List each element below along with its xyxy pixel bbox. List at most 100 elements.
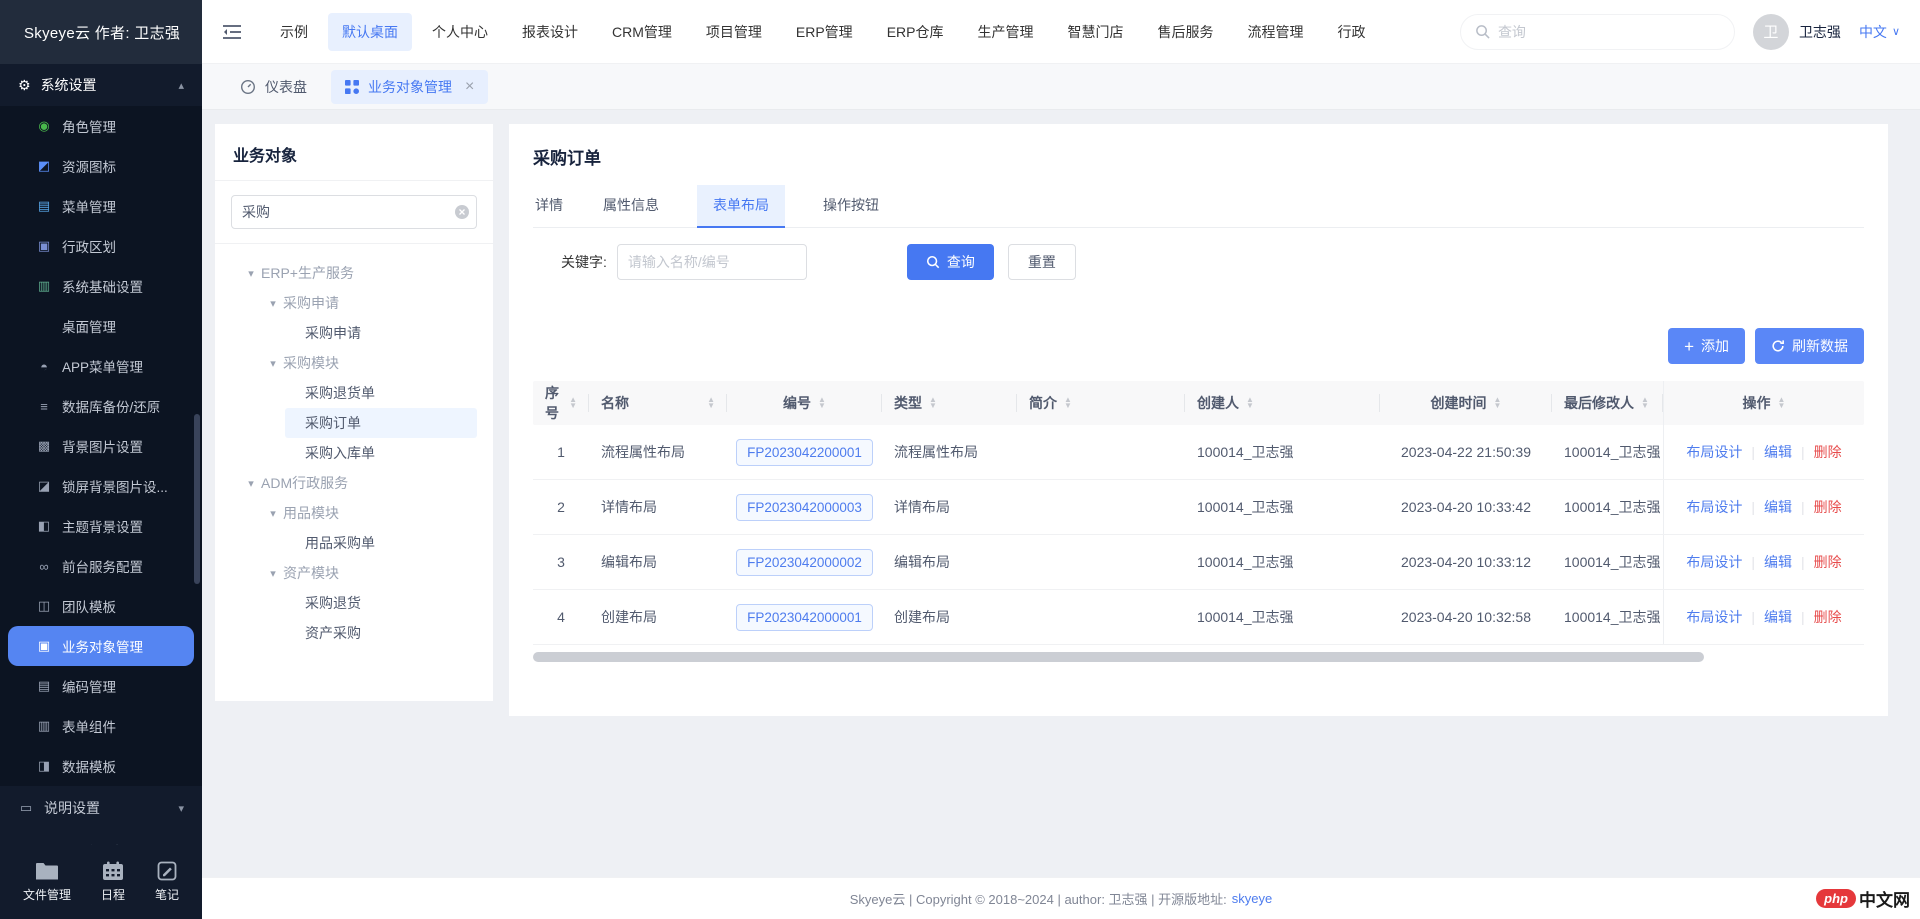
sidebar-item[interactable]: ◉ 角色管理 <box>0 106 202 146</box>
edit-link[interactable]: 编辑 <box>1764 442 1792 462</box>
sidebar-section-system-settings[interactable]: ⚙ 系统设置 ▴ <box>0 64 202 106</box>
nav-item[interactable]: 报表设计 <box>508 13 592 51</box>
table-column-header[interactable]: 类型 ▲▼ <box>882 381 1017 425</box>
search-button[interactable]: 查询 <box>907 244 994 280</box>
caret-down-icon[interactable]: ▾ <box>241 477 261 490</box>
nav-item[interactable]: ERP仓库 <box>873 13 958 51</box>
sort-icon[interactable]: ▲▼ <box>707 397 715 409</box>
workspace-tab[interactable]: 仪表盘 × <box>226 70 321 104</box>
nav-item[interactable]: 生产管理 <box>963 13 1047 51</box>
tree-node[interactable]: ▾ ERP+生产服务 <box>241 258 477 288</box>
sort-icon[interactable]: ▲▼ <box>1064 397 1072 409</box>
user-menu[interactable]: 卫 卫志强 <box>1753 14 1841 50</box>
dock-item-file-manager[interactable]: 文件管理 <box>23 862 71 903</box>
edit-link[interactable]: 编辑 <box>1764 607 1792 627</box>
layout-design-link[interactable]: 布局设计 <box>1686 552 1742 572</box>
tree-node[interactable]: ▾ 资产采购 <box>285 618 477 648</box>
delete-link[interactable]: 删除 <box>1814 607 1842 627</box>
table-column-header[interactable]: 创建时间 ▲▼ <box>1380 381 1552 425</box>
refresh-button[interactable]: 刷新数据 <box>1755 328 1864 364</box>
edit-link[interactable]: 编辑 <box>1764 497 1792 517</box>
sidebar-item[interactable]: ▤ 菜单管理 <box>0 186 202 226</box>
table-column-header[interactable]: 序号 ▲▼ <box>533 381 589 425</box>
sort-icon[interactable]: ▲▼ <box>1641 397 1649 409</box>
code-badge[interactable]: FP2023042000003 <box>736 494 873 521</box>
sort-icon[interactable]: ▲▼ <box>1494 397 1502 409</box>
close-icon[interactable]: × <box>465 79 474 95</box>
reset-button[interactable]: 重置 <box>1008 244 1076 280</box>
tree-node[interactable]: ▾ 采购申请 <box>263 288 477 318</box>
caret-down-icon[interactable]: ▾ <box>263 357 283 370</box>
dock-item-schedule[interactable]: 日程 <box>101 861 125 903</box>
sidebar-item[interactable]: ∞ 前台服务配置 <box>0 546 202 586</box>
detail-tab[interactable]: 操作按钮 <box>821 185 881 228</box>
nav-item[interactable]: CRM管理 <box>598 13 686 51</box>
nav-item[interactable]: 智慧门店 <box>1053 13 1137 51</box>
sidebar-item[interactable]: ▥ 系统基础设置 <box>0 266 202 306</box>
tree-search-input[interactable] <box>231 195 477 229</box>
table-column-header[interactable]: 名称 ▲▼ <box>589 381 727 425</box>
sidebar-item[interactable]: ◓ APP菜单管理 <box>0 346 202 386</box>
clear-icon[interactable] <box>455 205 469 219</box>
caret-down-icon[interactable]: ▾ <box>241 267 261 280</box>
tree-node-selected[interactable]: ▾ 采购订单 <box>285 408 477 438</box>
code-badge[interactable]: FP2023042200001 <box>736 439 873 466</box>
tree-node[interactable]: ▾ 用品模块 <box>263 498 477 528</box>
caret-down-icon[interactable]: ▾ <box>263 567 283 580</box>
table-column-header[interactable]: 创建人 ▲▼ <box>1185 381 1380 425</box>
nav-item[interactable]: 售后服务 <box>1143 13 1227 51</box>
scrollbar-thumb[interactable] <box>533 652 1704 662</box>
workspace-tab[interactable]: 业务对象管理 × <box>331 70 488 104</box>
footer-link[interactable]: skyeye <box>1232 891 1272 906</box>
tree-node[interactable]: ▾ 采购入库单 <box>285 438 477 468</box>
sidebar-item[interactable]: ◪ 锁屏背景图片设... <box>0 466 202 506</box>
global-search-input[interactable] <box>1498 24 1720 40</box>
sidebar-item[interactable]: ◩ 资源图标 <box>0 146 202 186</box>
caret-down-icon[interactable]: ▾ <box>263 507 283 520</box>
caret-down-icon[interactable]: ▾ <box>263 297 283 310</box>
code-badge[interactable]: FP2023042000001 <box>736 604 873 631</box>
layout-design-link[interactable]: 布局设计 <box>1686 607 1742 627</box>
sort-icon[interactable]: ▲▼ <box>1778 397 1786 409</box>
tree-node[interactable]: ▾ 采购申请 <box>285 318 477 348</box>
sort-icon[interactable]: ▲▼ <box>929 397 937 409</box>
sidebar-scrollbar[interactable] <box>194 414 200 584</box>
sort-icon[interactable]: ▲▼ <box>1246 397 1254 409</box>
tree-node[interactable]: ▾ 资产模块 <box>263 558 477 588</box>
table-column-header[interactable]: 最后修改人 ▲▼ <box>1552 381 1663 425</box>
sort-icon[interactable]: ▲▼ <box>818 397 826 409</box>
code-badge[interactable]: FP2023042000002 <box>736 549 873 576</box>
nav-item[interactable]: 默认桌面 <box>328 13 412 51</box>
sidebar-item[interactable]: 桌面管理 <box>0 306 202 346</box>
tree-node[interactable]: ▾ ADM行政服务 <box>241 468 477 498</box>
nav-item[interactable]: 个人中心 <box>418 13 502 51</box>
collapse-sidebar-icon[interactable] <box>222 24 242 40</box>
edit-link[interactable]: 编辑 <box>1764 552 1792 572</box>
keyword-input[interactable] <box>617 244 807 280</box>
sidebar-item[interactable]: ◧ 主题背景设置 <box>0 506 202 546</box>
sidebar-item[interactable]: ◫ 团队模板 <box>0 586 202 626</box>
nav-item[interactable]: 流程管理 <box>1233 13 1317 51</box>
layout-design-link[interactable]: 布局设计 <box>1686 442 1742 462</box>
delete-link[interactable]: 删除 <box>1814 552 1842 572</box>
table-column-header[interactable]: 编号 ▲▼ <box>727 381 882 425</box>
table-column-header[interactable]: 简介 ▲▼ <box>1017 381 1185 425</box>
sidebar-item[interactable]: ▩ 背景图片设置 <box>0 426 202 466</box>
tree-node[interactable]: ▾ 采购退货单 <box>285 378 477 408</box>
tree-node[interactable]: ▾ 用品采购单 <box>285 528 477 558</box>
sidebar-item[interactable]: ▥ 表单组件 <box>0 706 202 746</box>
sidebar-group[interactable]: ▭ 说明设置 ▾ <box>0 786 202 830</box>
sidebar-item[interactable]: ▣ 行政区划 <box>0 226 202 266</box>
global-search[interactable] <box>1460 14 1735 50</box>
sort-icon[interactable]: ▲▼ <box>569 397 577 409</box>
detail-tab-active[interactable]: 表单布局 <box>697 185 785 228</box>
sidebar-item[interactable]: ▤ 编码管理 <box>0 666 202 706</box>
detail-tab[interactable]: 详情 <box>533 185 565 228</box>
nav-item[interactable]: ERP管理 <box>782 13 867 51</box>
language-selector[interactable]: 中文 ∨ <box>1859 22 1900 42</box>
sidebar-item-active[interactable]: ▣ 业务对象管理 <box>8 626 194 666</box>
nav-item[interactable]: 项目管理 <box>692 13 776 51</box>
nav-item[interactable]: 行政 <box>1323 13 1379 51</box>
table-column-header[interactable]: 操作 ▲▼ <box>1663 381 1864 425</box>
delete-link[interactable]: 删除 <box>1814 442 1842 462</box>
